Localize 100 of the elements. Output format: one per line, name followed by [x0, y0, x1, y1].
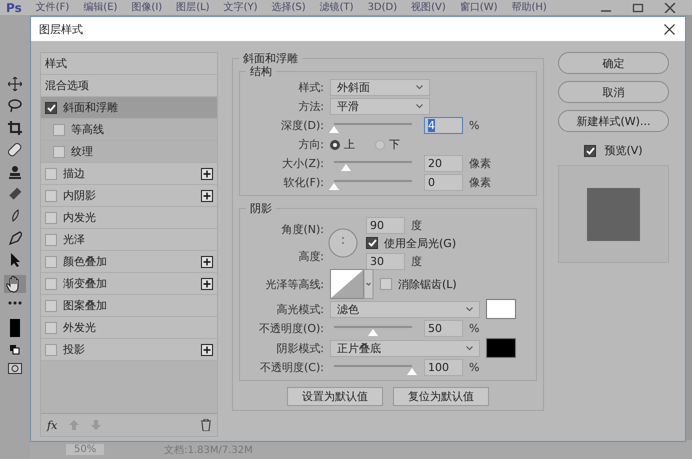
number-field[interactable]: 30 [366, 252, 405, 270]
add-icon[interactable] [201, 256, 213, 268]
effect-item[interactable]: 斜面和浮雕 [41, 97, 217, 119]
menu-item[interactable]: 滤镜(T) [320, 2, 354, 14]
effect-label: 光泽 [63, 232, 86, 247]
lasso-icon[interactable] [8, 99, 22, 113]
field-label: 光泽等高线: [264, 276, 324, 292]
close-icon[interactable] [664, 24, 675, 34]
pen-icon[interactable] [8, 231, 22, 245]
more-icon[interactable] [8, 301, 22, 305]
color-swatch[interactable] [486, 299, 516, 319]
fx-button[interactable]: fx [47, 418, 58, 432]
contour-picker[interactable] [330, 269, 374, 299]
dropdown[interactable]: 外斜面 [330, 79, 430, 96]
menu-item[interactable]: 图像(I) [131, 2, 162, 14]
trash-icon[interactable] [201, 419, 211, 431]
effect-checkbox[interactable] [45, 256, 57, 268]
effect-checkbox[interactable] [45, 168, 57, 180]
radio-button[interactable] [375, 140, 385, 150]
crop-icon[interactable] [8, 121, 22, 135]
move-icon[interactable] [8, 77, 22, 91]
slider-thumb[interactable] [329, 126, 339, 132]
maximize-icon[interactable] [632, 2, 644, 12]
stamp-icon[interactable] [8, 165, 22, 179]
effect-checkbox[interactable] [45, 300, 57, 312]
number-field[interactable]: 90 [366, 216, 405, 234]
list-item[interactable]: 混合选项 [41, 75, 217, 97]
color-swatch[interactable] [486, 338, 516, 358]
add-icon[interactable] [201, 344, 213, 356]
effect-checkbox[interactable] [45, 322, 57, 334]
unit-label: 像素 [469, 175, 491, 190]
effect-item[interactable]: 描边 [41, 163, 217, 185]
radio-option[interactable]: 上 [330, 137, 355, 152]
menu-item[interactable]: 视图(V) [411, 2, 446, 14]
list-item[interactable]: 样式 [41, 53, 217, 75]
radio-label: 上 [344, 137, 355, 152]
slider-thumb[interactable] [329, 182, 339, 190]
arrow-icon[interactable] [8, 253, 22, 267]
dropdown[interactable]: 滤色 [330, 300, 480, 318]
effect-checkbox[interactable] [45, 190, 57, 202]
effect-item[interactable]: 图案叠加 [41, 295, 217, 317]
effect-label: 内阴影 [63, 188, 97, 203]
number-field[interactable]: 50 [424, 320, 463, 337]
dropdown[interactable]: 平滑 [330, 98, 430, 115]
number-field[interactable]: 20 [424, 155, 463, 172]
field-label: 大小(Z): [281, 156, 324, 171]
slider-thumb[interactable] [407, 368, 417, 374]
effect-checkbox[interactable] [53, 124, 65, 136]
add-icon[interactable] [201, 190, 213, 202]
menu-item[interactable]: 选择(S) [271, 2, 306, 14]
field-label: 深度(D): [280, 118, 324, 133]
effect-item[interactable]: 投影 [41, 339, 217, 361]
slider-thumb[interactable] [341, 164, 352, 170]
checkbox[interactable] [380, 278, 392, 290]
effect-label: 投影 [63, 342, 86, 357]
field-label: 高光模式: [275, 302, 324, 316]
menu-item[interactable]: 文字(Y) [224, 2, 258, 14]
effect-checkbox[interactable] [45, 234, 57, 246]
caret-icon [466, 346, 473, 350]
checkbox[interactable] [584, 144, 596, 156]
add-icon[interactable] [201, 168, 213, 180]
quick-mask-icon[interactable] [8, 363, 22, 374]
effect-item[interactable]: 颜色叠加 [41, 251, 217, 273]
menu-item[interactable]: 文件(F) [36, 2, 70, 14]
effect-checkbox[interactable] [53, 146, 65, 158]
effect-item[interactable]: 渐变叠加 [41, 273, 217, 295]
effect-checkbox[interactable] [45, 344, 57, 356]
effect-label: 图案叠加 [63, 298, 108, 313]
menu-item[interactable]: 图层(L) [176, 2, 210, 14]
number-field[interactable]: 0 [424, 174, 463, 191]
checkbox[interactable] [366, 237, 378, 249]
dialog-button[interactable]: 新建样式(W)... [558, 110, 669, 132]
add-icon[interactable] [201, 278, 213, 290]
effect-item[interactable]: 光泽 [41, 229, 217, 251]
effect-item[interactable]: 内阴影 [41, 185, 217, 207]
effect-checkbox[interactable] [45, 278, 57, 290]
dialog-button[interactable]: 取消 [558, 81, 669, 103]
menu-item[interactable]: 帮助(H) [512, 2, 547, 14]
effect-checkbox[interactable] [45, 102, 57, 114]
field-label: 方向: [297, 137, 324, 152]
effect-item[interactable]: 外发光 [41, 317, 217, 339]
default-button[interactable]: 复位为默认值 [393, 387, 489, 406]
effect-checkbox[interactable] [45, 212, 57, 224]
radio-button[interactable] [330, 140, 340, 150]
menu-item[interactable]: 编辑(E) [83, 2, 118, 14]
radio-option[interactable]: 下 [375, 137, 400, 152]
effect-label: 等高线 [71, 122, 105, 137]
default-button[interactable]: 设置为默认值 [287, 387, 383, 406]
foreground-color-swatch[interactable] [10, 319, 20, 337]
menu-item[interactable]: 窗口(W) [460, 2, 498, 14]
unit-label: % [469, 322, 480, 335]
bandage-icon[interactable] [8, 143, 22, 157]
dialog-button[interactable]: 确定 [558, 52, 669, 74]
number-field[interactable]: 4 [424, 117, 463, 134]
effect-item[interactable]: 内发光 [41, 207, 217, 229]
hand-icon[interactable] [4, 275, 26, 293]
number-field[interactable]: 100 [424, 359, 463, 376]
dropdown[interactable]: 正片叠底 [330, 340, 480, 356]
swap-colors-icon[interactable] [10, 345, 20, 355]
menu-item[interactable]: 3D(D) [368, 2, 398, 14]
